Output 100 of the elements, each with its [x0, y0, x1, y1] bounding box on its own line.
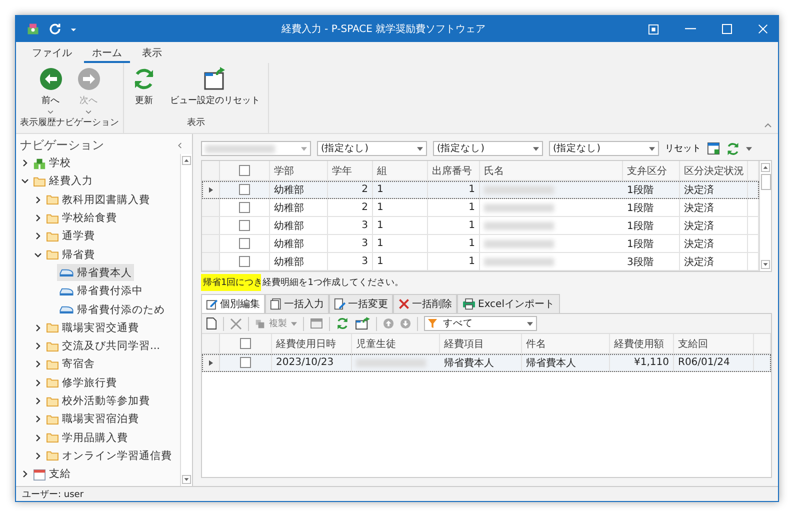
- row-selector[interactable]: [202, 354, 220, 371]
- row-checkbox[interactable]: [239, 184, 250, 195]
- close-icon[interactable]: [758, 24, 768, 34]
- tree-item[interactable]: 交流及び共同学習...: [44, 338, 162, 355]
- reset-button[interactable]: リセット: [665, 142, 701, 155]
- filter-dropdown[interactable]: すべて: [424, 316, 537, 331]
- table-cell: 決定済: [680, 181, 748, 198]
- scroll-down-icon[interactable]: [182, 475, 191, 484]
- tree-item[interactable]: 学用品購入費: [44, 429, 130, 446]
- vehicle-icon: [59, 286, 74, 296]
- row-checkbox[interactable]: [239, 256, 250, 267]
- select-all-checkbox[interactable]: [239, 165, 250, 176]
- collapse-pane-icon[interactable]: [177, 142, 182, 148]
- column-header[interactable]: 経費使用額: [610, 334, 674, 353]
- scroll-up-icon[interactable]: [761, 163, 770, 172]
- window-layout-icon[interactable]: [707, 142, 720, 155]
- edit-mode-tab[interactable]: 一括変更: [329, 294, 393, 313]
- restore-panel-icon[interactable]: [648, 24, 659, 34]
- new-document-icon[interactable]: [206, 317, 217, 330]
- tree-item[interactable]: オンライン学習通信費: [44, 447, 174, 464]
- scroll-down-icon[interactable]: [761, 260, 770, 269]
- dropdown-field[interactable]: (指定なし): [317, 141, 427, 156]
- ribbon-button[interactable]: ビュー設定のリセット: [166, 65, 264, 116]
- expander-icon[interactable]: [34, 360, 42, 368]
- expander-icon[interactable]: [34, 250, 42, 259]
- expander-icon[interactable]: [34, 452, 42, 460]
- expander-icon[interactable]: [34, 434, 42, 442]
- row-checkbox[interactable]: [239, 220, 250, 231]
- expander-icon[interactable]: [34, 378, 42, 387]
- tree-item[interactable]: 帰省費本人: [57, 264, 134, 282]
- ribbon-button[interactable]: 更新: [128, 65, 160, 116]
- edit-mode-tab[interactable]: Excelインポート: [457, 294, 560, 313]
- table-cell: 1: [373, 235, 428, 252]
- delete-icon[interactable]: [230, 318, 242, 330]
- export-icon[interactable]: [355, 317, 370, 330]
- table-cell: 1: [373, 199, 428, 216]
- ribbon-button[interactable]: 前へ: [34, 65, 66, 116]
- expander-icon[interactable]: [34, 196, 42, 204]
- tree-item[interactable]: 教科用図書購入費: [44, 191, 152, 208]
- row-checkbox[interactable]: [239, 238, 250, 249]
- column-header[interactable]: 支弁区分: [623, 161, 680, 180]
- column-header[interactable]: 経費項目: [440, 334, 522, 353]
- tree-item[interactable]: 帰省費付添中: [57, 282, 145, 300]
- expander-icon[interactable]: [34, 342, 42, 350]
- column-header[interactable]: 支給回: [674, 334, 754, 353]
- collapse-ribbon-icon[interactable]: [764, 123, 772, 128]
- edit-mode-tab[interactable]: 個別編集: [201, 294, 265, 313]
- expander-icon[interactable]: [34, 232, 42, 240]
- column-header[interactable]: 児童生徒: [352, 334, 440, 353]
- expander-icon[interactable]: [21, 470, 29, 478]
- table-cell: 1: [428, 181, 480, 198]
- row-selector[interactable]: [202, 181, 220, 198]
- tree-item[interactable]: 職場実習交通費: [44, 319, 141, 336]
- dropdown-field[interactable]: [201, 141, 311, 156]
- column-header[interactable]: 学年: [328, 161, 373, 180]
- column-header[interactable]: 経費使用日時: [272, 334, 352, 353]
- window-layout-icon[interactable]: [310, 318, 323, 329]
- row-checkbox[interactable]: [239, 202, 250, 213]
- column-header[interactable]: 区分決定状況: [680, 161, 748, 180]
- dropdown-field[interactable]: (指定なし): [549, 141, 659, 156]
- tree-item[interactable]: 職場実習宿泊費: [44, 410, 141, 428]
- dropdown-field[interactable]: (指定なし): [433, 141, 543, 156]
- scroll-thumb[interactable]: [760, 174, 770, 190]
- tree-item[interactable]: 経費入力: [31, 172, 95, 190]
- expander-icon[interactable]: [21, 177, 29, 186]
- ribbon-tab[interactable]: ファイル: [24, 44, 80, 63]
- tree-item[interactable]: 帰省費付添のため: [57, 301, 167, 318]
- refresh-icon[interactable]: [726, 142, 740, 156]
- tree-item[interactable]: 学校: [31, 154, 73, 172]
- ribbon-tab[interactable]: 表示: [134, 44, 170, 63]
- caret-icon: [649, 146, 655, 150]
- column-header[interactable]: 組: [373, 161, 428, 180]
- dropdown-caret-icon[interactable]: [70, 26, 77, 32]
- expander-icon[interactable]: [34, 397, 42, 405]
- expander-icon[interactable]: [34, 214, 42, 222]
- tree-item[interactable]: 帰省費: [44, 246, 97, 264]
- expander-icon[interactable]: [34, 324, 42, 332]
- tree-item[interactable]: 通学費: [44, 228, 97, 245]
- dropdown-caret-icon[interactable]: [746, 146, 752, 150]
- scroll-up-icon[interactable]: [182, 156, 191, 165]
- expander-icon[interactable]: [21, 159, 29, 168]
- column-header[interactable]: 出席番号: [428, 161, 480, 180]
- column-header[interactable]: 氏名: [480, 161, 623, 180]
- edit-mode-tab[interactable]: 一括削除: [393, 294, 457, 313]
- expander-icon[interactable]: [34, 415, 42, 424]
- tree-item[interactable]: 修学旅行費: [44, 374, 119, 392]
- minimize-icon[interactable]: [685, 28, 696, 30]
- redacted-text: [484, 258, 554, 266]
- column-header[interactable]: 学部: [270, 161, 328, 180]
- tree-item[interactable]: 学校給食費: [44, 210, 119, 227]
- ribbon-tab[interactable]: ホーム: [84, 44, 130, 63]
- row-checkbox[interactable]: [240, 357, 251, 368]
- tree-item[interactable]: 寄宿舎: [44, 356, 97, 373]
- column-header[interactable]: 件名: [522, 334, 610, 353]
- maximize-icon[interactable]: [722, 24, 732, 34]
- edit-mode-tab[interactable]: 一括入力: [265, 294, 329, 313]
- select-all-checkbox[interactable]: [240, 338, 251, 349]
- tree-item[interactable]: 支給: [31, 466, 73, 483]
- tree-item[interactable]: 校外活動等参加費: [44, 392, 152, 410]
- refresh-icon[interactable]: [336, 317, 349, 330]
